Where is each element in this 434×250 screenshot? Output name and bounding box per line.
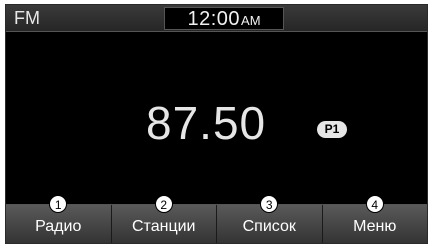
- status-bar: FM 12:00AM: [6, 5, 427, 32]
- radio-button[interactable]: 1 Радио: [6, 195, 112, 243]
- preset-badge: P1: [317, 121, 347, 138]
- clock-ampm: AM: [241, 13, 261, 28]
- menu-button[interactable]: 4 Меню: [322, 195, 427, 243]
- band-mode-label: FM: [14, 8, 40, 28]
- softkey-bar: 1 Радио 2 Станции 3 Список 4 Меню: [6, 195, 427, 243]
- stations-button[interactable]: 2 Станции: [111, 195, 217, 243]
- list-button[interactable]: 3 Список: [217, 195, 323, 243]
- stations-button-label: Станции: [132, 218, 196, 235]
- radio-button-label: Радио: [35, 218, 82, 235]
- callout-number: 4: [365, 195, 384, 213]
- clock-time: 12:00: [187, 8, 241, 30]
- menu-button-label: Меню: [353, 218, 397, 235]
- head-unit-screen: FM 12:00AM 87.50 P1 1 Радио 2 Станции 3 …: [5, 4, 428, 244]
- frequency-display: 87.50: [146, 97, 267, 149]
- callout-number: 3: [260, 195, 279, 213]
- list-button-label: Список: [242, 218, 296, 235]
- clock[interactable]: 12:00AM: [164, 7, 284, 30]
- callout-number: 1: [49, 195, 68, 213]
- callout-number: 2: [154, 195, 173, 213]
